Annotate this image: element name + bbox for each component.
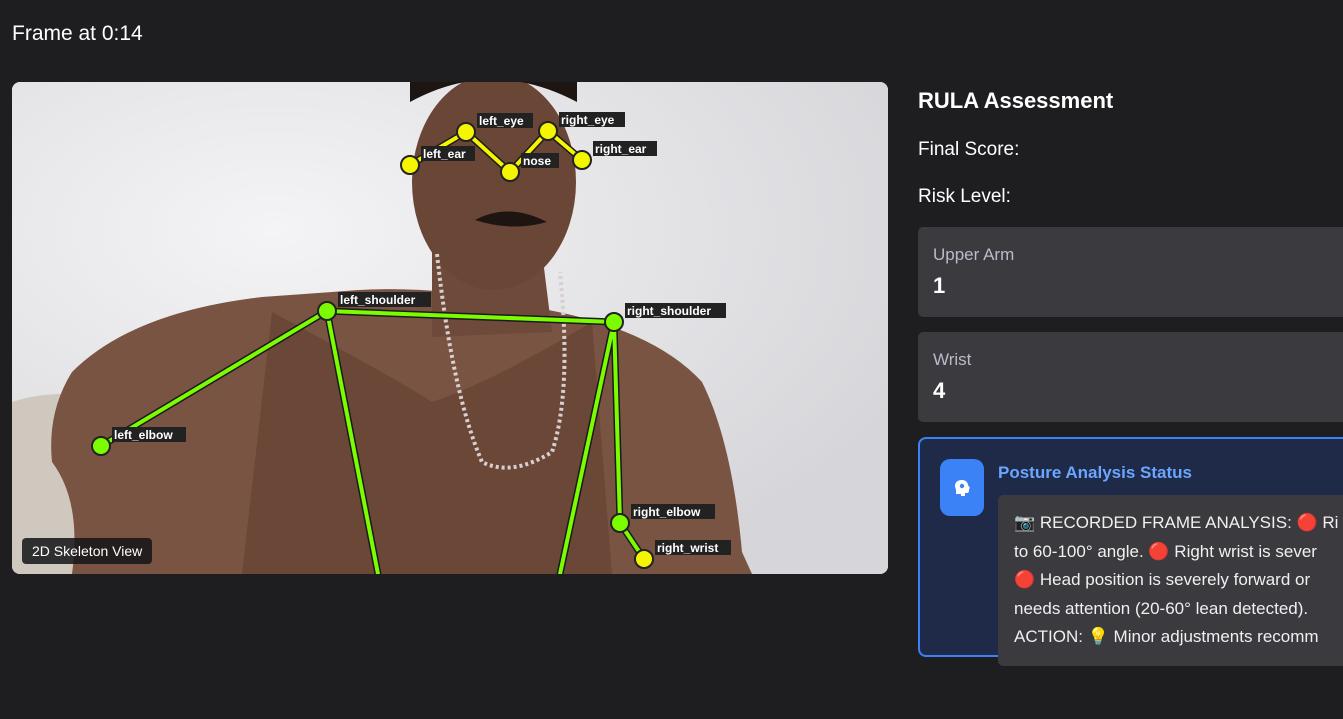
brain-icon [940,459,984,516]
posture-status-panel: Posture Analysis Status 📷 RECORDED FRAME… [918,437,1343,666]
keypoint-label: right_wrist [657,541,718,555]
score-card-value: 1 [933,273,946,298]
keypoint-label: left_ear [423,147,466,161]
final-score-label: Final Score: [918,139,1020,160]
status-title: Posture Analysis Status [998,463,1192,482]
score-card-label: Wrist [933,350,972,369]
risk-level-label: Risk Level: [918,186,1011,207]
skeleton-viewer: left_eye right_eye left_ear nose right_e… [12,82,888,574]
score-card-upper-arm: Upper Arm 1 [918,227,1343,317]
keypoint-label: left_eye [479,114,524,128]
keypoint-label: right_eye [561,113,615,127]
status-line: 🔴 Head position is severely forward or [1014,570,1311,589]
view-mode-badge: 2D Skeleton View [22,538,153,564]
keypoint-label: right_shoulder [627,304,711,318]
status-line: ACTION: 💡 Minor adjustments recomm [1014,627,1319,646]
panel-title: RULA Assessment [918,88,1114,113]
status-line: 📷 RECORDED FRAME ANALYSIS: 🔴 Ri [1014,513,1339,532]
keypoint-label: left_shoulder [340,293,416,307]
frame-title: Frame at 0:14 [12,22,143,45]
score-card-wrist: Wrist 4 [918,332,1343,422]
keypoint-label: left_elbow [114,428,173,442]
status-message: 📷 RECORDED FRAME ANALYSIS: 🔴 Ri to 60-10… [998,495,1343,666]
score-card-value: 4 [933,378,946,403]
keypoint-label: right_elbow [633,505,701,519]
score-card-label: Upper Arm [933,245,1015,264]
keypoint-label: right_ear [595,142,647,156]
status-line: to 60-100° angle. 🔴 Right wrist is sever [1014,541,1317,561]
camera-frame: left_eye right_eye left_ear nose right_e… [12,82,888,574]
status-line: needs attention (20-60° lean detected). [1014,598,1309,618]
keypoint-label: nose [523,154,551,168]
